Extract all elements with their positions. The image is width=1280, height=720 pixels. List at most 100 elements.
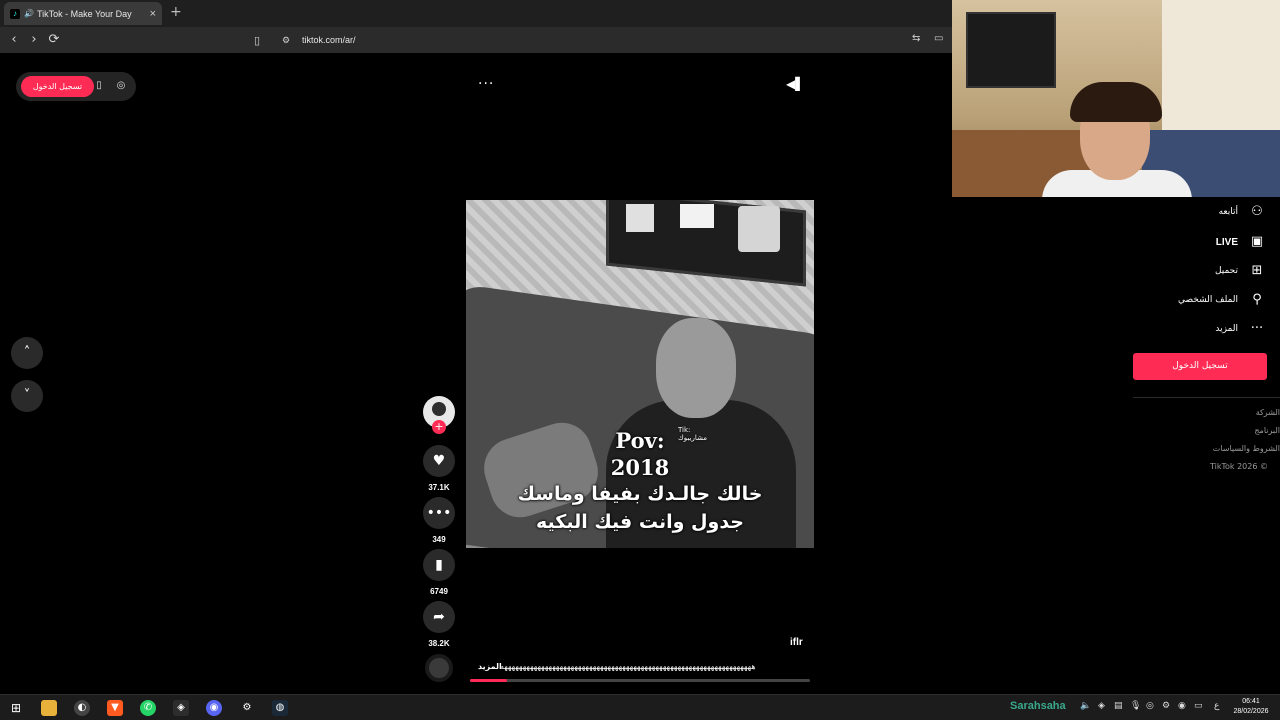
comment-count: 349 <box>432 535 446 544</box>
more-icon: ··· <box>1250 321 1264 336</box>
login-button[interactable]: تسجيل الدخول <box>1133 353 1267 380</box>
video-photo <box>680 204 714 228</box>
heart-icon[interactable]: ♥ <box>423 445 455 477</box>
davinci-resolve-icon[interactable]: ◈ <box>173 700 189 716</box>
bookmark-icon[interactable]: ▮ <box>423 549 455 581</box>
next-video-button[interactable]: ˅ <box>11 380 43 412</box>
user-plus-icon: ⚇ <box>1251 204 1263 219</box>
tray-microphone-icon[interactable]: 🎙 <box>1130 701 1141 711</box>
profile-icon: ⚲ <box>1252 292 1262 307</box>
keyboard-language[interactable]: ع <box>1214 701 1219 711</box>
speaker-icon[interactable]: 🔊 <box>24 9 34 18</box>
back-icon[interactable]: ‹ <box>6 32 22 48</box>
tray-icon[interactable]: ▭ <box>1194 701 1203 711</box>
video-progress-fill <box>470 679 508 682</box>
file-explorer-icon[interactable] <box>41 700 57 716</box>
new-tab-button[interactable]: + <box>170 4 182 20</box>
footer-link-program[interactable]: البرنامج <box>1254 426 1280 435</box>
clock-date: 28/02/2026 <box>1233 708 1269 715</box>
volume-icon[interactable]: ◀▌ <box>786 77 804 91</box>
webcam-window <box>1162 0 1280 130</box>
video-overlay-line1: Pov: <box>615 428 665 453</box>
taskbar: ⊞ ◐ ▼ ✆ ◈ ◉ ⚙ ◍ Sarahsaha 🔈 ◈ ▤ 🎙 ◎ ⚙ ◉ … <box>0 694 1280 720</box>
video-progress-bar[interactable] <box>470 679 810 682</box>
video-person-head <box>656 318 736 418</box>
save-count: 6749 <box>430 587 448 596</box>
webcam-overlay <box>952 0 1280 197</box>
reading-mode-icon[interactable]: ▭ <box>934 33 943 44</box>
share-count: 38.2K <box>428 639 450 648</box>
webcam-person-hair <box>1070 82 1162 122</box>
share-arrow-icon[interactable]: ➦ <box>423 601 455 633</box>
more-options-icon[interactable]: ··· <box>478 76 494 92</box>
tray-icon[interactable]: ◎ <box>1146 701 1154 711</box>
sidebar-divider <box>1133 397 1280 398</box>
footer-link-company[interactable]: الشركة <box>1256 408 1280 417</box>
tray-discord-icon[interactable]: ◉ <box>1178 701 1186 711</box>
save-action[interactable]: ▮ 6749 <box>423 549 455 596</box>
video-caption: هههههههههههههههههههههههههههههههههههههههه… <box>500 662 756 671</box>
brave-browser-icon[interactable]: ▼ <box>107 700 123 716</box>
video-player[interactable]: Pov: 2018 خالك جالـدك بفيفا وماسك جدول و… <box>466 200 814 548</box>
sidebar-item-upload[interactable]: تحميل ⊞ <box>1215 262 1266 280</box>
taskbar-widget[interactable]: Sarahsaha <box>1010 700 1066 712</box>
sidebar-item-more[interactable]: المزيد ··· <box>1215 320 1266 338</box>
system-clock[interactable]: 06:41 28/02/2026 <box>1228 697 1274 717</box>
forward-icon[interactable]: › <box>26 32 42 48</box>
share-action[interactable]: ➦ 38.2K <box>423 601 455 648</box>
sidebar-item-label: المزيد <box>1215 324 1238 334</box>
comment-action[interactable]: ••• 349 <box>423 497 455 544</box>
video-overlay-line3: خالك جالـدك بفيفا وماسك <box>517 483 763 505</box>
sidebar-item-live[interactable]: LIVE ▣ <box>1216 233 1266 251</box>
music-disc-icon[interactable] <box>425 654 453 682</box>
compass-icon[interactable]: ◎ <box>114 79 128 93</box>
browser-tab[interactable]: ♪ 🔊 TikTok - Make Your Day × <box>4 2 162 25</box>
author-name[interactable]: iflr <box>790 637 803 648</box>
windows-start-icon[interactable]: ⊞ <box>8 700 24 716</box>
mobile-icon[interactable]: ▯ <box>92 79 106 93</box>
follow-plus-icon[interactable]: + <box>432 420 446 434</box>
sidebar-item-profile[interactable]: الملف الشخصي ⚲ <box>1178 291 1266 309</box>
live-tv-icon: ▣ <box>1250 234 1264 249</box>
sidebar-item-following[interactable]: أتابعه ⚇ <box>1219 203 1266 221</box>
bookmark-icon[interactable]: ▯ <box>254 34 274 47</box>
sidebar-item-label: LIVE <box>1215 236 1238 248</box>
login-button-small[interactable]: تسجيل الدخول <box>21 76 94 97</box>
sidebar-item-label: أتابعه <box>1218 207 1238 217</box>
tab-title: TikTok - Make Your Day <box>36 8 132 19</box>
tray-network-icon[interactable]: ◈ <box>1098 701 1105 711</box>
video-overlay-line4: جدول وانت فيك البكيه <box>536 511 744 533</box>
site-settings-icon[interactable]: ⚙ <box>282 35 302 46</box>
upload-plus-icon: ⊞ <box>1251 263 1263 278</box>
translate-icon[interactable]: ⇆ <box>912 33 920 44</box>
footer-copyright: TikTok 2026 © <box>1210 462 1268 471</box>
footer-link-terms[interactable]: الشروط والسياسات <box>1213 444 1280 453</box>
video-watermark: Tik: مشاريبوك <box>678 426 707 442</box>
whatsapp-icon[interactable]: ✆ <box>140 700 156 716</box>
reload-icon[interactable]: ⟳ <box>46 32 62 48</box>
tiktok-favicon-icon: ♪ <box>10 8 20 19</box>
steam-icon[interactable]: ◍ <box>272 700 288 716</box>
sidebar-item-label: تحميل <box>1214 266 1238 276</box>
previous-video-button[interactable]: ˄ <box>11 337 43 369</box>
discord-icon[interactable]: ◉ <box>206 700 222 716</box>
creator-avatar[interactable]: + <box>423 396 455 434</box>
tray-volume-icon[interactable]: 🔈 <box>1080 701 1091 711</box>
video-photo <box>626 204 654 232</box>
video-photo <box>738 206 780 252</box>
tab-close-icon[interactable]: × <box>150 8 156 20</box>
url-field[interactable]: ▯ ⚙ tiktok.com/ar/ <box>254 30 954 50</box>
settings-icon[interactable]: ⚙ <box>239 700 255 716</box>
webcam-tv <box>966 12 1056 88</box>
url-text: tiktok.com/ar/ <box>302 35 356 45</box>
tray-icon[interactable]: ▤ <box>1114 701 1123 711</box>
app-icon[interactable]: ◐ <box>74 700 90 716</box>
tray-icon[interactable]: ⚙ <box>1162 701 1170 711</box>
clock-time: 06:41 <box>1242 698 1260 705</box>
caption-more-link[interactable]: المزيد <box>478 662 502 671</box>
like-action[interactable]: ♥ 37.1K <box>423 445 455 492</box>
sidebar-item-label: الملف الشخصي <box>1178 295 1238 305</box>
video-overlay-line2: 2018 <box>610 455 670 480</box>
like-count: 37.1K <box>428 483 450 492</box>
comment-icon[interactable]: ••• <box>423 497 455 529</box>
